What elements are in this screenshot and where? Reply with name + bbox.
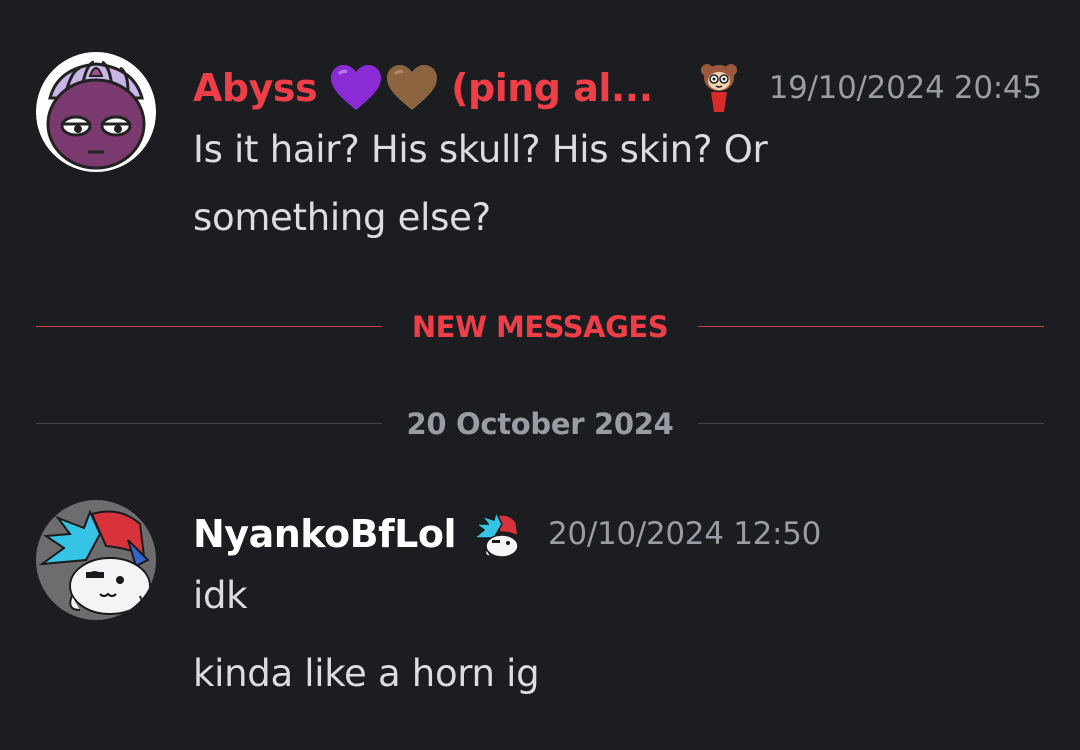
message-text: something else? <box>193 196 491 239</box>
new-messages-label: NEW MESSAGES <box>411 310 669 344</box>
avatar[interactable] <box>36 52 156 172</box>
message-header: Abyss (ping al... 19/10/2024 20:45 <box>193 62 1042 114</box>
username[interactable]: NyankoBfLol <box>193 512 456 556</box>
divider-line <box>36 423 382 424</box>
timestamp: 20/10/2024 12:50 <box>547 516 822 552</box>
brown-heart-icon <box>385 64 439 112</box>
new-messages-divider: NEW MESSAGES <box>36 307 1044 347</box>
date-divider: 20 October 2024 <box>36 404 1044 444</box>
timestamp: 19/10/2024 20:45 <box>768 70 1042 106</box>
message-header: NyankoBfLol 20/10/2024 12:50 <box>193 508 821 560</box>
divider-line <box>36 326 382 327</box>
message-text: kinda like a horn ig <box>193 652 540 695</box>
divider-line <box>698 326 1044 327</box>
avatar[interactable] <box>36 500 156 620</box>
username-suffix[interactable]: (ping al... <box>451 66 653 110</box>
message-text: Is it hair? His skull? His skin? Or <box>193 128 768 171</box>
date-label: 20 October 2024 <box>406 407 674 441</box>
boyfriend-cat-avatar-icon <box>36 500 156 620</box>
purple-heart-icon <box>329 64 383 112</box>
boyfriend-character-icon[interactable] <box>471 510 520 558</box>
character-emoji-icon[interactable] <box>699 62 739 114</box>
divider-line <box>698 423 1044 424</box>
purple-character-avatar-icon <box>36 52 156 172</box>
username[interactable]: Abyss <box>193 66 318 110</box>
message-text: idk <box>193 574 248 617</box>
